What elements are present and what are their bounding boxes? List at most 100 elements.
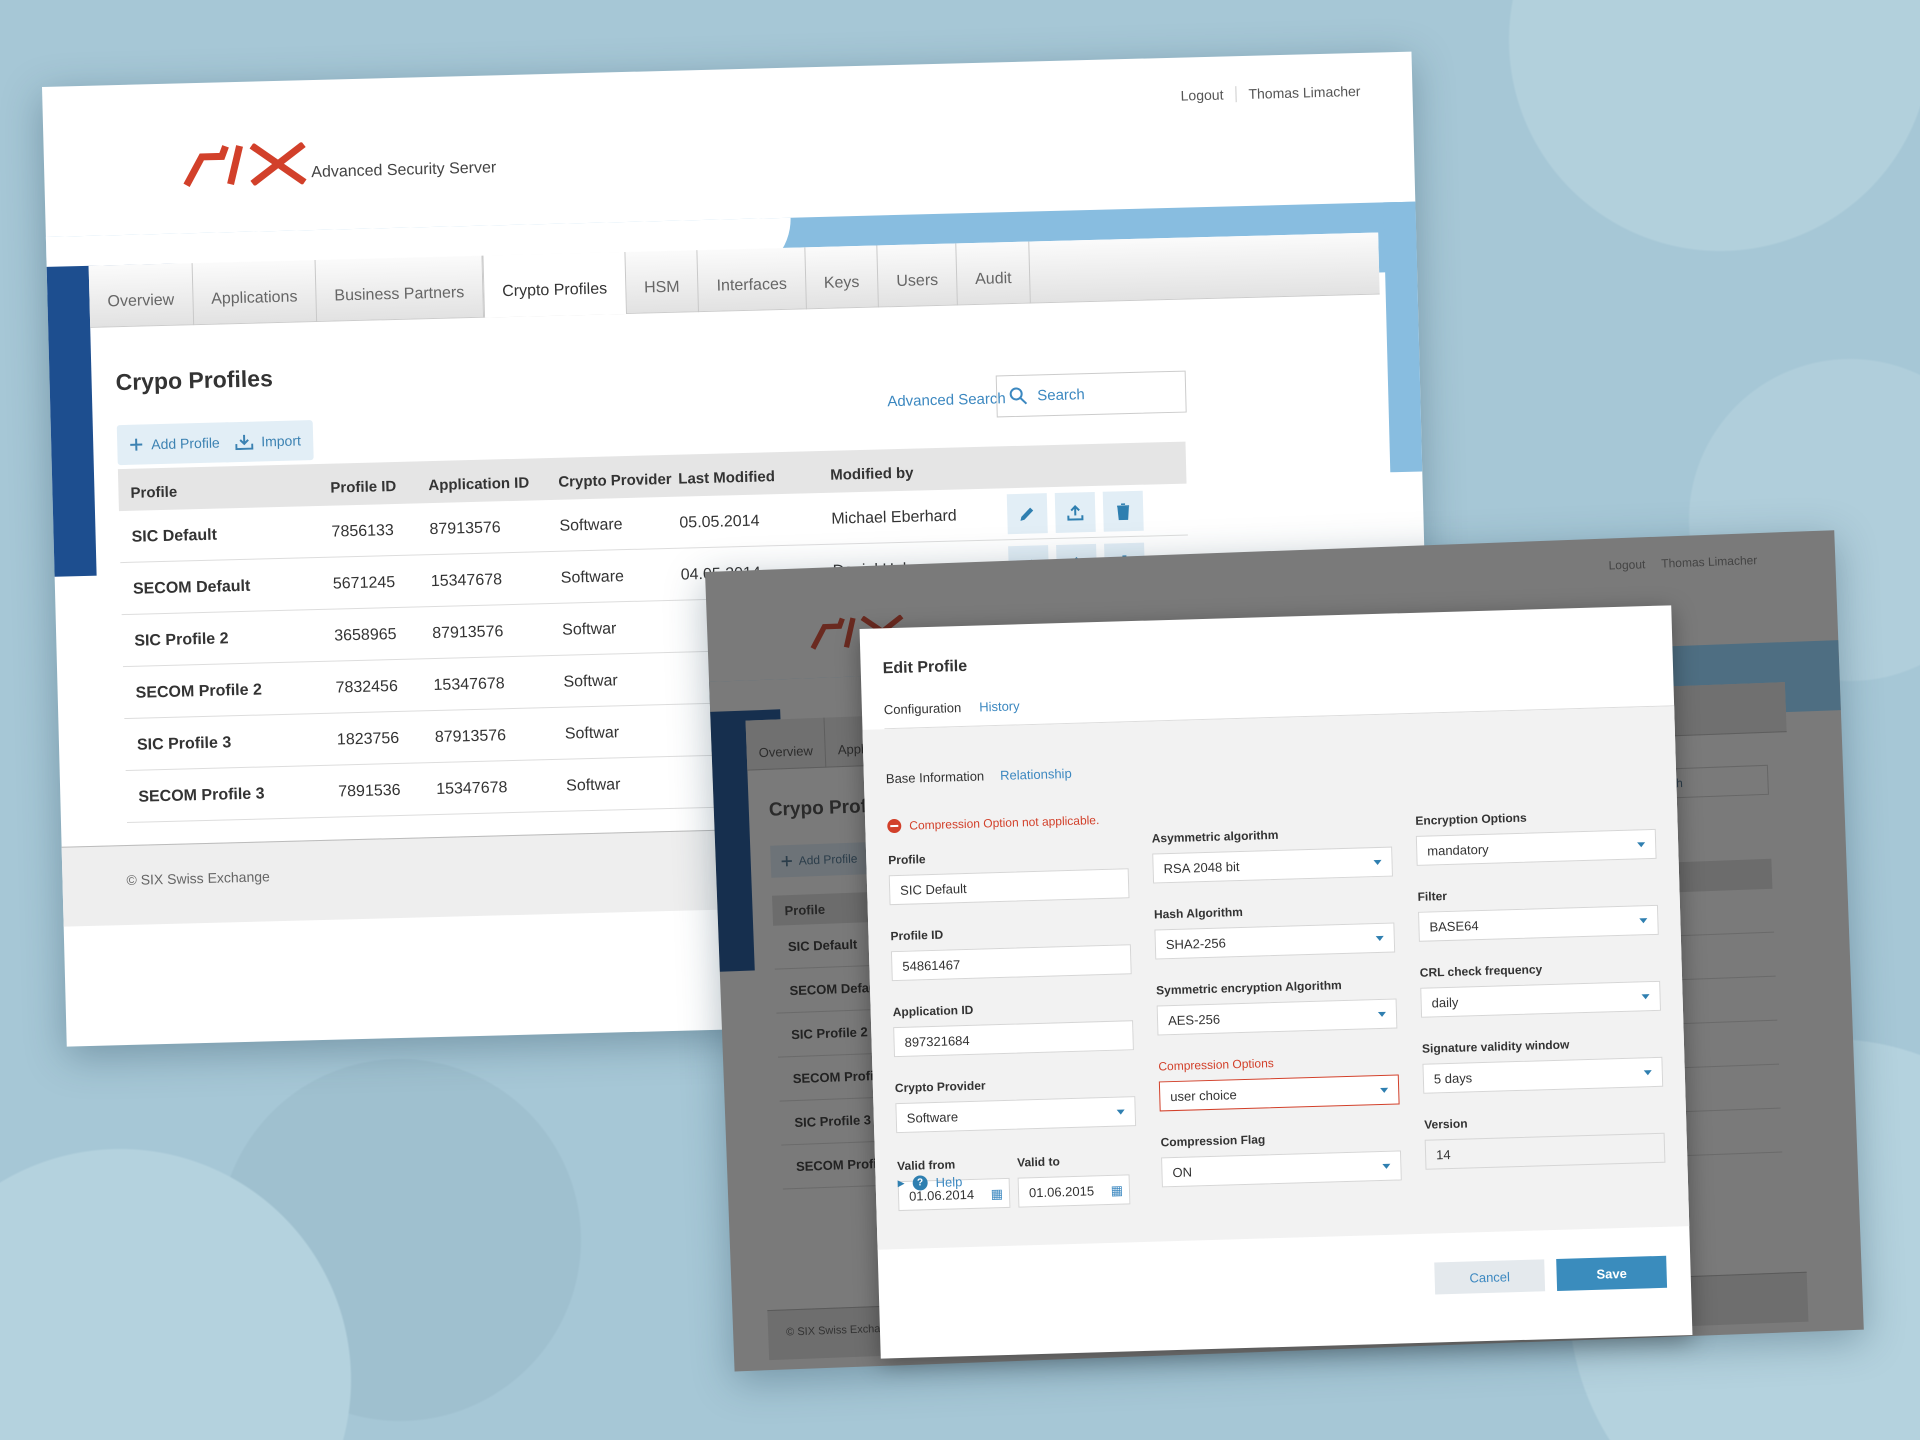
profile-id-input[interactable]: 54861467 [890,944,1132,982]
help-label: Help [935,1174,963,1190]
application-id-input[interactable]: 897321684 [893,1020,1134,1058]
top-links: Logout Thomas Limacher [1168,82,1373,104]
asymmetric-algorithm-label: Asymmetric algorithm [1151,827,1279,846]
page-title: Crypo Profi [768,795,873,821]
tab-keys[interactable]: Keys [804,245,880,310]
filter-select[interactable]: BASE64 [1418,904,1659,942]
crl-frequency-select[interactable]: daily [1420,980,1662,1018]
add-profile-label: Add Profile [798,851,858,868]
cell-profile-id: 1823756 [336,729,400,749]
tab-hsm[interactable]: HSM [625,250,700,314]
cell-profile-id: 5671245 [332,574,396,593]
add-profile-label: Add Profile [151,434,220,453]
valid-to-label: Valid to [1016,1154,1061,1170]
profile-label: Profile [888,852,926,868]
plus-icon [130,438,143,451]
tab-interfaces[interactable]: Interfaces [697,247,807,313]
hash-algorithm-select[interactable]: SHA2-256 [1154,922,1396,960]
search-placeholder: Search [1037,385,1085,404]
error-message: Compression Option not applicable. [887,813,1100,834]
tab-overview[interactable]: Overview [88,263,194,328]
tab-configuration[interactable]: Configuration [884,700,962,717]
export-button[interactable] [1054,491,1096,533]
cell-profile: SECOM Profile 2 [135,681,263,702]
six-logo [183,142,307,187]
delete-button[interactable] [1102,490,1144,532]
compression-flag-select[interactable]: ON [1161,1150,1402,1188]
profile-input[interactable]: SIC Default [888,868,1130,906]
cell-profile: SIC Default [787,936,858,955]
logout-link[interactable]: Logout [1168,86,1235,104]
row-actions [1006,490,1144,535]
user-name[interactable]: Thomas Limacher [1235,82,1373,103]
cell-profile: SIC Profile 3 [794,1112,872,1131]
cell-modified-by: Michael Eberhard [831,507,957,528]
advanced-search-link[interactable]: Advanced Search [887,390,1006,410]
error-icon [887,818,902,834]
trash-icon [1117,503,1130,521]
cell-modified: 05.05.2014 [679,512,760,532]
app-subtitle: Advanced Security Server [311,159,497,182]
valid-to-value: 01.06.2015 [1028,1183,1095,1201]
question-icon: ? [912,1175,928,1191]
cell-profile: SIC Profile 2 [790,1024,868,1043]
symmetric-algorithm-select[interactable]: AES-256 [1156,998,1398,1036]
tab-crypto-profiles[interactable]: Crypto Profiles [482,251,627,318]
cell-provider: Software [560,568,625,587]
col-profile-id[interactable]: Profile ID [330,478,396,497]
col-profile: Profile [784,901,826,919]
asymmetric-algorithm-select[interactable]: RSA 2048 bit [1152,846,1393,884]
col-application-id[interactable]: Application ID [428,475,529,495]
tab-business-partners[interactable]: Business Partners [315,255,484,322]
crypto-provider-label: Crypto Provider [894,1078,986,1096]
subtab-base-information[interactable]: Base Information [886,768,985,786]
calendar-icon[interactable]: ▦ [991,1186,1004,1202]
cell-profile: SECOM Profile 3 [138,785,265,806]
compression-options-select[interactable]: user choice [1158,1074,1400,1112]
tab-audit[interactable]: Audit [956,241,1032,306]
compression-options-field: Compression Options user choice [1158,1052,1400,1112]
page-title: Crypo Profiles [115,365,274,396]
cell-app-id: 15347678 [433,675,505,695]
tab-history[interactable]: History [979,698,1020,714]
cell-provider: Softwar [564,724,620,743]
import-button[interactable]: Import [222,420,314,463]
footer-text: © SIX Swiss Exchan [785,1322,887,1339]
import-label: Import [260,432,302,450]
encryption-options-select[interactable]: mandatory [1415,828,1657,866]
search-input[interactable]: Search [995,370,1187,418]
logout-link: Logout [1608,557,1646,573]
valid-to-field: Valid to 01.06.2015 ▦ [1016,1152,1131,1208]
col-last-modified[interactable]: Last Modified [678,468,775,487]
filter-label: Filter [1417,888,1448,904]
cell-profile-id: 7832456 [335,677,399,697]
subtab-relationship[interactable]: Relationship [1000,766,1072,783]
crl-frequency-field: CRL check frequency daily [1420,959,1662,1018]
col-crypto-provider[interactable]: Crypto Provider [558,471,672,491]
encryption-options-field: Encryption Options mandatory [1415,807,1657,866]
edit-button[interactable] [1006,493,1048,535]
accent-block-right [1383,201,1423,473]
tab-applications[interactable]: Applications [192,259,318,326]
cell-app-id: 15347678 [430,571,503,591]
compression-flag-field: Compression Flag ON [1160,1128,1402,1188]
signature-window-select[interactable]: 5 days [1422,1056,1664,1094]
help-toggle[interactable]: ▶ ? Help [897,1174,963,1191]
cell-provider: Software [559,516,623,535]
cell-provider: Softwar [565,776,621,795]
filter-field: Filter BASE64 [1417,883,1659,942]
calendar-icon[interactable]: ▦ [1110,1183,1123,1199]
symmetric-algorithm-field: Symmetric encryption Algorithm AES-256 [1156,977,1398,1036]
import-icon [235,434,254,451]
encryption-options-label: Encryption Options [1415,810,1527,828]
col-modified-by[interactable]: Modified by [830,465,914,484]
col-profile[interactable]: Profile [130,484,177,502]
cancel-button[interactable]: Cancel [1434,1259,1546,1295]
crypto-provider-select[interactable]: Software [895,1096,1137,1134]
tab-users[interactable]: Users [877,243,958,308]
save-button[interactable]: Save [1556,1255,1668,1291]
plus-icon [781,855,792,867]
valid-to-input[interactable]: 01.06.2015 ▦ [1017,1174,1131,1208]
add-profile-button[interactable]: Add Profile [116,422,233,466]
dialog-title: Edit Profile [882,657,968,678]
